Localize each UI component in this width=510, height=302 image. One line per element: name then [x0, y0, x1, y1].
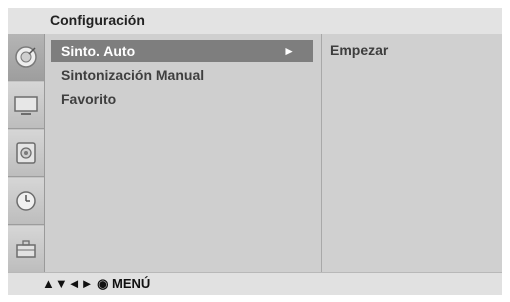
- menu-item-sinto-auto[interactable]: Sinto. Auto ►: [51, 40, 313, 62]
- arrow-right-icon: ►: [283, 44, 295, 58]
- tv-osd-frame: Configuración Sinto. Auto ► Sintonizació…: [8, 8, 502, 294]
- submenu-option-empezar[interactable]: Empezar: [330, 42, 388, 58]
- title-bar: Configuración: [8, 8, 502, 35]
- sidebar: [8, 34, 45, 280]
- sidebar-item-option[interactable]: [8, 226, 44, 273]
- toolbox-icon: [16, 240, 36, 258]
- menu-item-favorito[interactable]: Favorito: [51, 88, 313, 110]
- menu-item-label: Favorito: [61, 91, 117, 107]
- clock-icon: [16, 191, 36, 211]
- sidebar-item-picture[interactable]: [8, 82, 44, 129]
- menu-item-label: Sintonización Manual: [61, 67, 205, 83]
- footer-hint-bar: ▲▼◄► ◉ MENÚ: [8, 272, 502, 295]
- tv-screen-icon: [14, 96, 38, 115]
- sidebar-item-time[interactable]: [8, 178, 44, 225]
- navigation-hint: ▲▼◄► ◉ MENÚ: [42, 276, 151, 291]
- menu-item-sintonizacion-manual[interactable]: Sintonización Manual: [51, 64, 313, 86]
- submenu-panel: Empezar: [322, 34, 502, 280]
- menu-panel: Sinto. Auto ► Sintonización Manual Favor…: [45, 34, 322, 280]
- sidebar-item-setup[interactable]: [8, 34, 44, 81]
- speaker-icon: [16, 142, 36, 164]
- sidebar-item-audio[interactable]: [8, 130, 44, 177]
- page-title: Configuración: [50, 12, 145, 28]
- satellite-dish-icon: [15, 46, 37, 68]
- menu-item-label: Sinto. Auto: [61, 43, 136, 59]
